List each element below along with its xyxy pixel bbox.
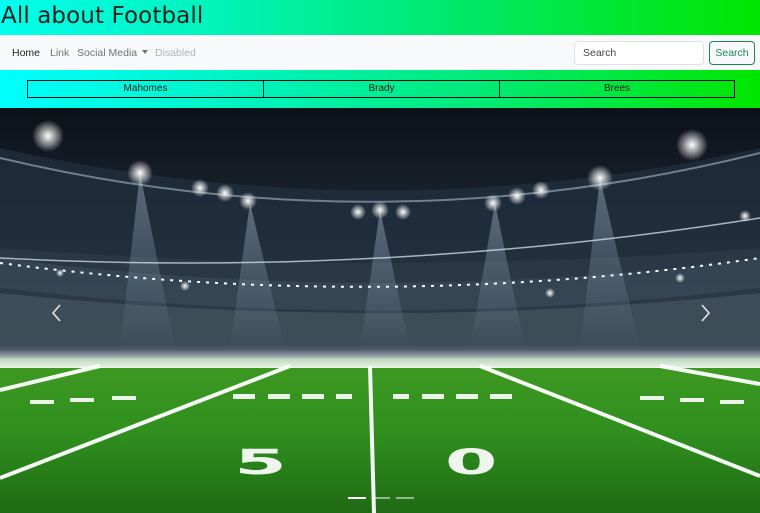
player-tab-mahomes[interactable]: Mahomes (27, 80, 264, 98)
player-tab-brady[interactable]: Brady (263, 80, 500, 98)
carousel-next-button[interactable] (690, 298, 720, 328)
page-title: All about Football (1, 3, 204, 29)
nav-disabled-link: Disabled (155, 47, 196, 59)
field-number-left: 5 (234, 441, 287, 482)
carousel-indicators (348, 497, 414, 501)
player-tab-brees[interactable]: Brees (499, 80, 735, 98)
player-tabs-bar: Mahomes Brady Brees (0, 70, 760, 108)
image-carousel: 5 0 (0, 108, 760, 513)
nav-social-media-dropdown[interactable]: Social Media (77, 47, 149, 60)
stadium-image: 5 0 (0, 108, 760, 513)
carousel-prev-button[interactable] (42, 298, 72, 328)
search-button[interactable]: Search (709, 41, 755, 65)
site-header: All about Football (0, 0, 760, 35)
nav-home-link[interactable]: Home (12, 47, 40, 60)
carousel-indicator-3[interactable] (396, 497, 414, 499)
nav-link-link[interactable]: Link (50, 47, 69, 60)
carousel-indicator-2[interactable] (372, 497, 390, 499)
carousel-indicator-1[interactable] (348, 497, 366, 499)
nav-social-media-label: Social Media (77, 47, 138, 59)
caret-down-icon (142, 50, 149, 54)
field-number-right: 0 (445, 441, 498, 482)
chevron-right-icon (701, 304, 711, 322)
search-input[interactable] (574, 41, 704, 65)
chevron-left-icon (51, 304, 61, 322)
